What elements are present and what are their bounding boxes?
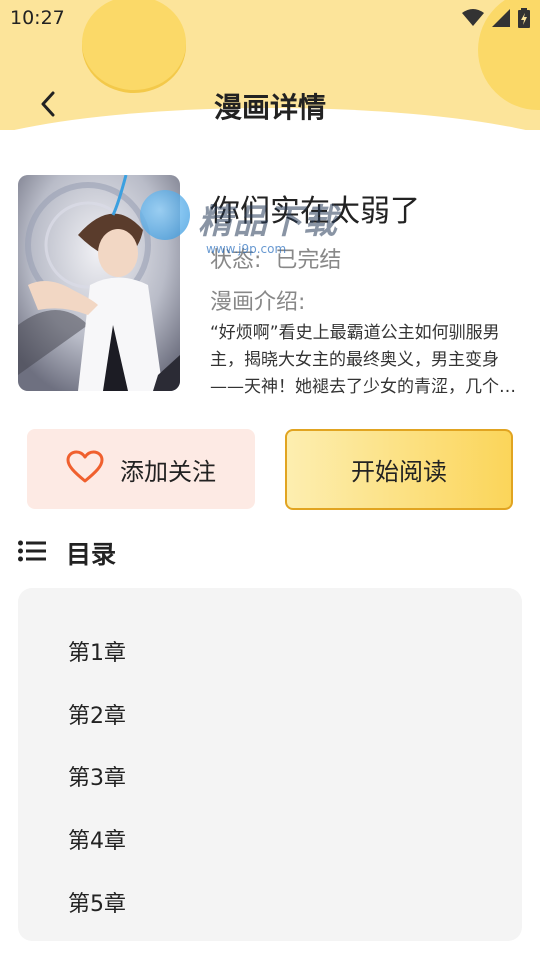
heart-icon [66,450,104,488]
chapter-item[interactable]: 第2章 [68,698,126,730]
chapter-item[interactable]: 第4章 [68,823,126,855]
chapter-item[interactable]: 第5章 [68,886,126,918]
chapter-item[interactable]: 第3章 [68,760,126,792]
comic-cover-image [18,175,180,391]
status-bar: 10:27 [0,0,540,36]
status-icons [462,8,530,28]
status-label: 状态: [210,248,262,273]
follow-button[interactable]: 添加关注 [27,429,255,509]
toc-header: 目录 [18,536,116,570]
battery-charging-icon [518,8,530,28]
start-reading-button[interactable]: 开始阅读 [285,429,513,510]
comic-title: 你们实在太弱了 [210,194,420,229]
intro-text: “好烦啊”看史上最霸道公主如何驯服男主，揭晓大女主的最终奥义，男主变身——天神！… [210,323,516,397]
wifi-icon [462,9,484,27]
follow-button-label: 添加关注 [120,457,216,486]
status-value: 已完结 [275,248,342,273]
signal-icon [492,9,510,27]
chapter-list: 第1章 第2章 第3章 第4章 第5章 [18,588,522,941]
page-title: 漫画详情 [213,91,326,124]
toc-title: 目录 [66,540,117,569]
status-time: 10:27 [10,7,65,29]
comic-status: 状态: 已完结 [210,242,341,274]
intro-label: 漫画介绍: [210,290,306,315]
start-reading-label: 开始阅读 [351,458,447,486]
chapter-item[interactable]: 第1章 [68,635,126,667]
list-icon [18,540,46,566]
